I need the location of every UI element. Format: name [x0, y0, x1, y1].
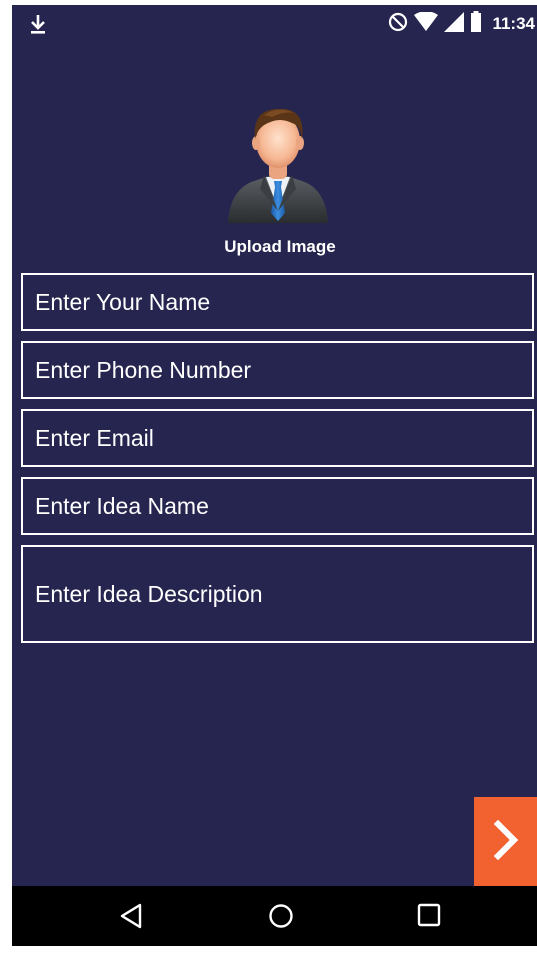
signal-icon — [444, 11, 465, 37]
name-field[interactable] — [21, 273, 534, 331]
do-not-disturb-icon — [388, 12, 408, 37]
download-icon — [29, 13, 47, 40]
idea-name-field[interactable] — [21, 477, 534, 535]
idea-description-field[interactable] — [21, 545, 534, 643]
app-screen: 11:34 Upload Image Enter Your Name Enter… — [12, 5, 537, 946]
status-time: 11:34 — [492, 14, 535, 33]
navigation-bar — [12, 886, 537, 946]
email-field[interactable] — [21, 409, 534, 467]
recents-icon[interactable] — [417, 903, 441, 932]
phone-field[interactable] — [21, 341, 534, 399]
phone-input[interactable] — [35, 356, 532, 384]
back-icon[interactable] — [119, 903, 143, 934]
status-icons: 11:34 — [388, 10, 535, 37]
home-icon[interactable] — [268, 903, 294, 934]
wifi-icon — [414, 10, 439, 37]
next-button[interactable] — [474, 797, 537, 887]
battery-icon — [470, 11, 482, 37]
idea-name-input[interactable] — [35, 492, 532, 520]
idea-description-input[interactable] — [35, 579, 532, 609]
email-input[interactable] — [35, 424, 532, 452]
upload-image-label[interactable]: Upload Image — [12, 237, 537, 257]
chevron-right-icon — [493, 819, 519, 865]
name-input[interactable] — [35, 288, 532, 316]
status-bar: 11:34 — [12, 5, 537, 45]
person-avatar-icon[interactable] — [224, 101, 332, 226]
